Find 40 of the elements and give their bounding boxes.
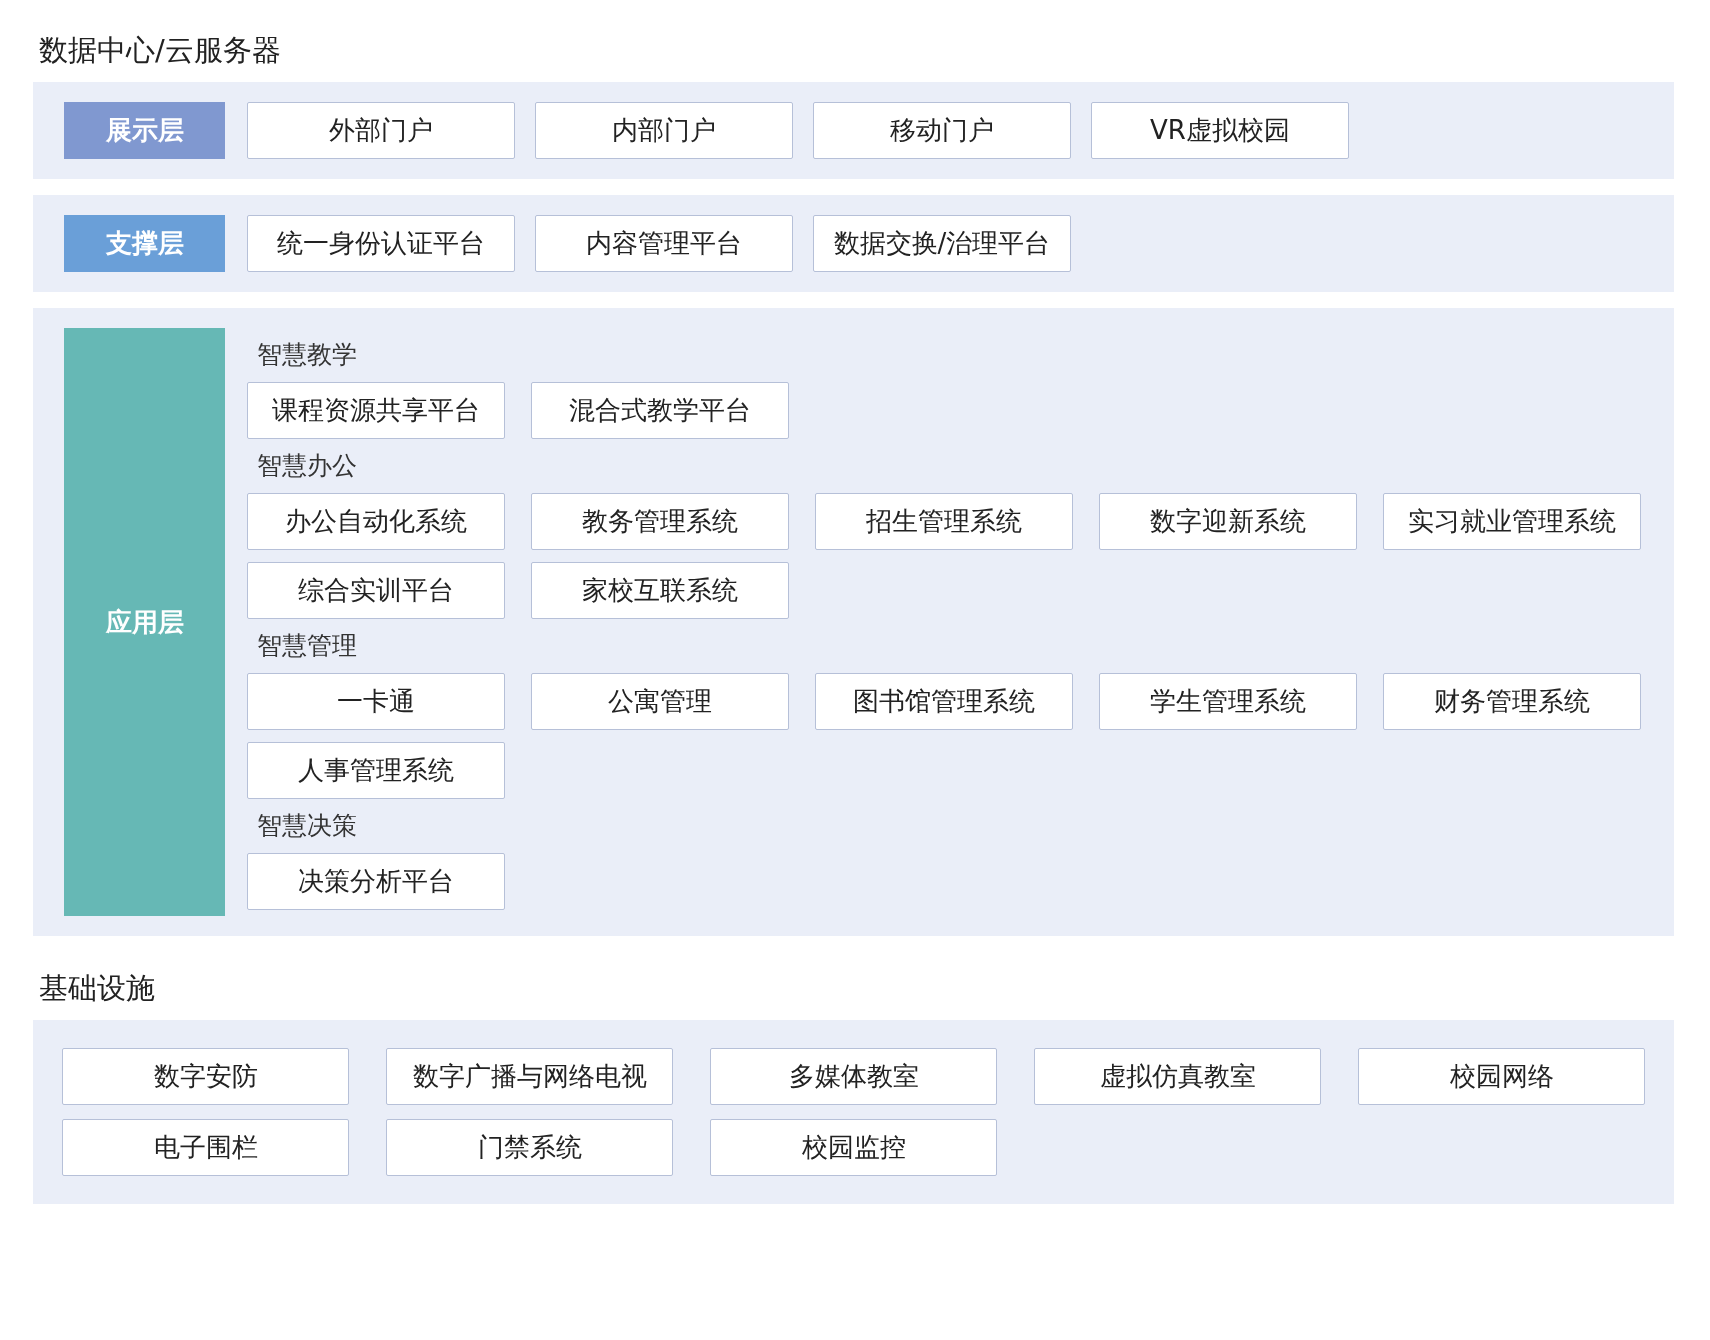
system-box: 内容管理平台 [535, 215, 793, 272]
system-box: 混合式教学平台 [531, 382, 789, 439]
facility-box: 虚拟仿真教室 [1034, 1048, 1321, 1105]
facility-box: 数字安防 [62, 1048, 349, 1105]
layer-label: 应用层 [64, 328, 225, 916]
system-box: 课程资源共享平台 [247, 382, 505, 439]
system-box: 数字迎新系统 [1099, 493, 1357, 550]
system-box: 外部门户 [247, 102, 515, 159]
system-box: 学生管理系统 [1099, 673, 1357, 730]
system-box: 综合实训平台 [247, 562, 505, 619]
facility-box: 校园监控 [710, 1119, 997, 1176]
facility-box: 数字广播与网络电视 [386, 1048, 673, 1105]
system-box: 实习就业管理系统 [1383, 493, 1641, 550]
group-title: 智慧管理 [257, 630, 357, 662]
system-box: 办公自动化系统 [247, 493, 505, 550]
system-box: VR虚拟校园 [1091, 102, 1349, 159]
section-title: 数据中心/云服务器 [39, 32, 282, 69]
layer-label: 支撑层 [64, 215, 225, 272]
system-box: 公寓管理 [531, 673, 789, 730]
system-box: 统一身份认证平台 [247, 215, 515, 272]
layer-label: 展示层 [64, 102, 225, 159]
facility-box: 门禁系统 [386, 1119, 673, 1176]
system-box: 人事管理系统 [247, 742, 505, 799]
system-box: 图书馆管理系统 [815, 673, 1073, 730]
system-box: 招生管理系统 [815, 493, 1073, 550]
system-box: 决策分析平台 [247, 853, 505, 910]
section-title: 基础设施 [39, 970, 156, 1007]
system-box: 一卡通 [247, 673, 505, 730]
facility-box: 电子围栏 [62, 1119, 349, 1176]
system-box: 财务管理系统 [1383, 673, 1641, 730]
system-box: 内部门户 [535, 102, 793, 159]
facility-box: 多媒体教室 [710, 1048, 997, 1105]
facility-box: 校园网络 [1358, 1048, 1645, 1105]
system-box: 移动门户 [813, 102, 1071, 159]
system-box: 数据交换/治理平台 [813, 215, 1071, 272]
system-box: 家校互联系统 [531, 562, 789, 619]
group-title: 智慧办公 [257, 450, 357, 482]
group-title: 智慧决策 [257, 810, 357, 842]
system-box: 教务管理系统 [531, 493, 789, 550]
group-title: 智慧教学 [257, 339, 357, 371]
